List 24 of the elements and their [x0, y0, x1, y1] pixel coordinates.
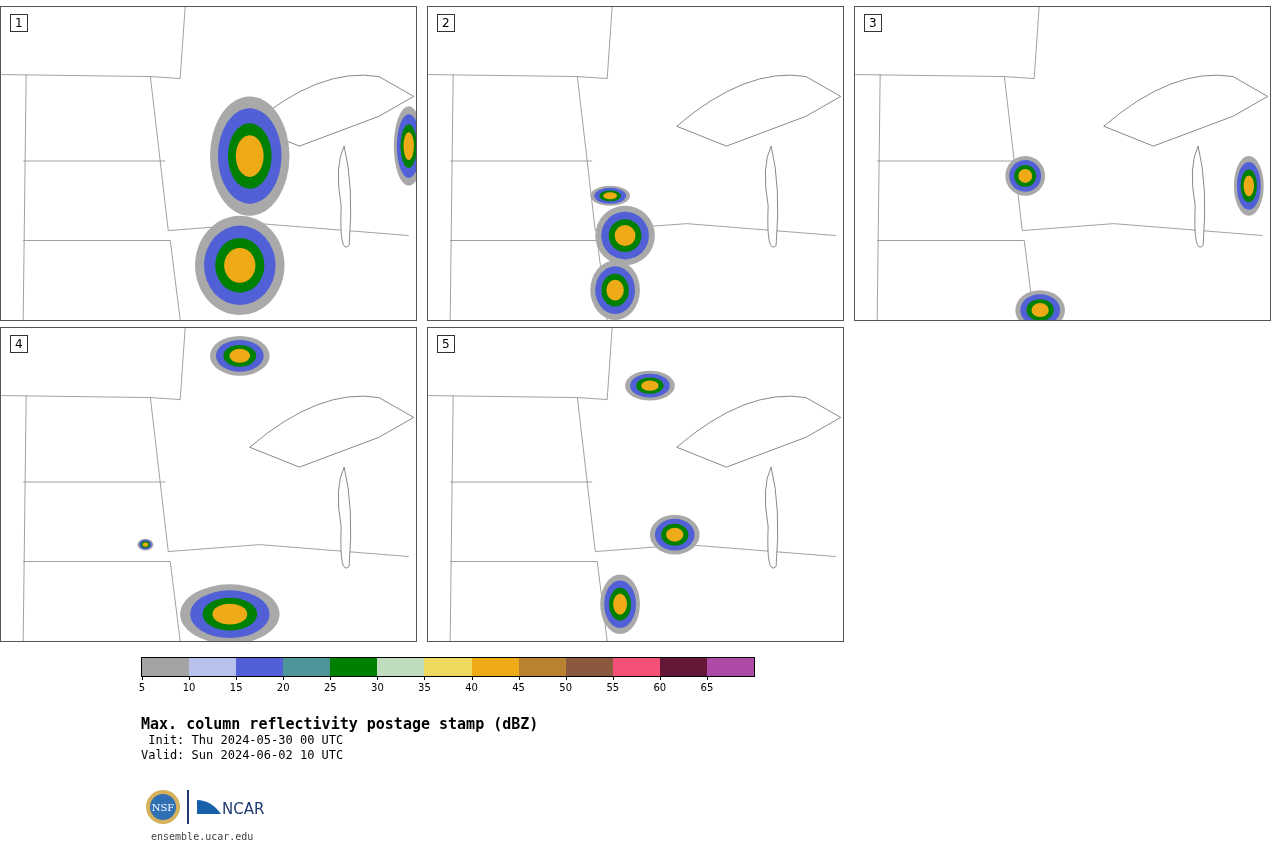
- tick-label: 65: [700, 682, 714, 693]
- ncar-logo: NCAR: [194, 796, 269, 818]
- tick-label: 25: [323, 682, 337, 693]
- panel-number: 4: [10, 335, 28, 353]
- tick-label: 40: [465, 682, 478, 693]
- tick-label: 60: [653, 682, 667, 693]
- panel-number: 3: [864, 14, 882, 32]
- site-url: ensemble.ucar.edu: [151, 831, 254, 842]
- tick-label: 50: [559, 682, 573, 693]
- chart-title: Max. column reflectivity postage stamp (dBZ): [141, 715, 539, 733]
- seal-logo: NSF: [145, 789, 181, 825]
- tick-label: 30: [371, 682, 384, 693]
- panel-number: 2: [437, 14, 455, 32]
- tick-label: 35: [418, 682, 431, 693]
- tick-label: 20: [276, 682, 290, 693]
- tick-label: 5: [138, 682, 146, 693]
- panel-number: 5: [437, 335, 455, 353]
- init-time: Init: Thu 2024-05-30 00 UTC: [147, 733, 344, 748]
- panel-number: 1: [10, 14, 28, 32]
- valid-time: Valid: Sun 2024-06-02 10 UTC: [141, 748, 344, 763]
- tick-label: 10: [182, 682, 196, 693]
- tick-label: 55: [606, 682, 620, 693]
- tick-label: 45: [512, 682, 525, 693]
- tick-label: 15: [229, 682, 243, 693]
